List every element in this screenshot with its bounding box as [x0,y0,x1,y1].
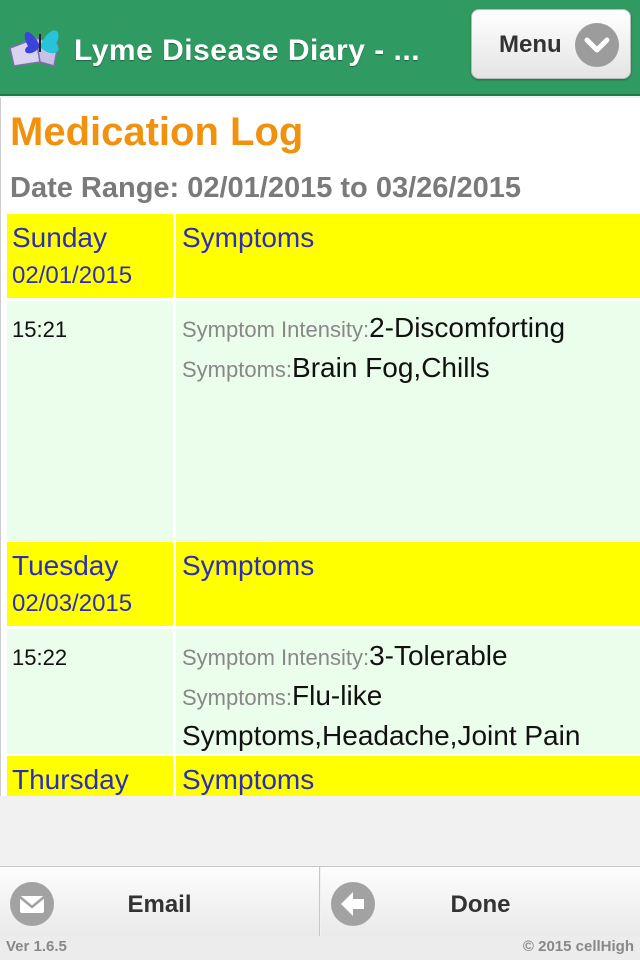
day-cell: Sunday 02/01/2015 [7,214,173,298]
date-range-label: Date Range: [10,172,180,204]
date-range-value: 02/01/2015 to 03/26/2015 [187,172,521,204]
date-range: Date Range: 02/01/2015 to 03/26/2015 [10,172,529,205]
log-entry-row[interactable]: 15:21 Symptom Intensity:2-Discomforting … [7,301,640,541]
symptoms-label: Symptoms: [182,357,293,382]
day-name: Thursday [12,764,129,795]
email-button-label: Email [127,891,192,918]
day-name: Sunday [12,222,107,253]
status-bar: Ver 1.6.5 © 2015 cellHigh [0,936,640,960]
day-header-row: Thursday Symptoms [7,756,640,796]
day-date: 02/01/2015 [12,262,133,289]
time-cell: 15:22 [7,629,173,754]
menu-button-label: Menu [499,31,562,58]
category-cell: Symptoms [176,542,640,626]
done-button[interactable]: Done [321,867,640,937]
symptoms-line: Symptoms:Flu-like Symptoms,Headache,Join… [182,677,632,755]
log-content[interactable]: Medication Log Date Range: 02/01/2015 to … [0,98,640,796]
symptoms-line: Symptoms:Brain Fog,Chills [182,349,632,389]
butterfly-book-icon [9,30,59,67]
category-cell: Symptoms [176,214,640,298]
detail-cell: Symptom Intensity:2-Discomforting Sympto… [176,301,640,541]
log-entry-row[interactable]: 15:22 Symptom Intensity:3-Tolerable Symp… [7,629,640,754]
symptoms-value: Brain Fog,Chills [292,352,490,383]
day-cell: Tuesday 02/03/2015 [7,542,173,626]
email-button[interactable]: Email [0,867,320,937]
app-title: Lyme Disease Diary - ... [74,34,421,67]
menu-button[interactable]: Menu [471,9,631,79]
intensity-line: Symptom Intensity:2-Discomforting [182,309,632,349]
page-title: Medication Log [10,110,304,154]
detail-cell: Symptom Intensity:3-Tolerable Symptoms:F… [176,629,640,754]
entry-time: 15:21 [12,317,68,342]
category-name: Symptoms [182,550,315,581]
copyright-text: © 2015 cellHigh [522,938,634,955]
category-cell: Symptoms [176,756,640,796]
day-header-row: Tuesday 02/03/2015 Symptoms [7,542,640,626]
chevron-down-icon [575,23,619,67]
intensity-label: Symptom Intensity: [182,317,370,342]
entry-details: Symptom Intensity:3-Tolerable Symptoms:F… [182,637,632,755]
intensity-label: Symptom Intensity: [182,645,370,670]
entry-details: Symptom Intensity:2-Discomforting Sympto… [182,309,632,389]
day-header-row: Sunday 02/01/2015 Symptoms [7,214,640,298]
day-date: 02/03/2015 [12,590,133,617]
time-cell: 15:21 [7,301,173,541]
entry-time: 15:22 [12,645,68,670]
intensity-line: Symptom Intensity:3-Tolerable [182,637,632,677]
intensity-value: 2-Discomforting [369,312,566,343]
category-name: Symptoms [182,764,315,795]
version-text: Ver 1.6.5 [6,938,67,955]
app-header: Lyme Disease Diary - ... Menu [0,0,640,96]
symptoms-label: Symptoms: [182,685,293,710]
day-cell: Thursday [7,756,173,796]
intensity-value: 3-Tolerable [369,640,508,671]
day-name: Tuesday [12,550,119,581]
footer-toolbar: Email Done [0,866,640,937]
category-name: Symptoms [182,222,315,253]
done-button-label: Done [450,891,511,918]
